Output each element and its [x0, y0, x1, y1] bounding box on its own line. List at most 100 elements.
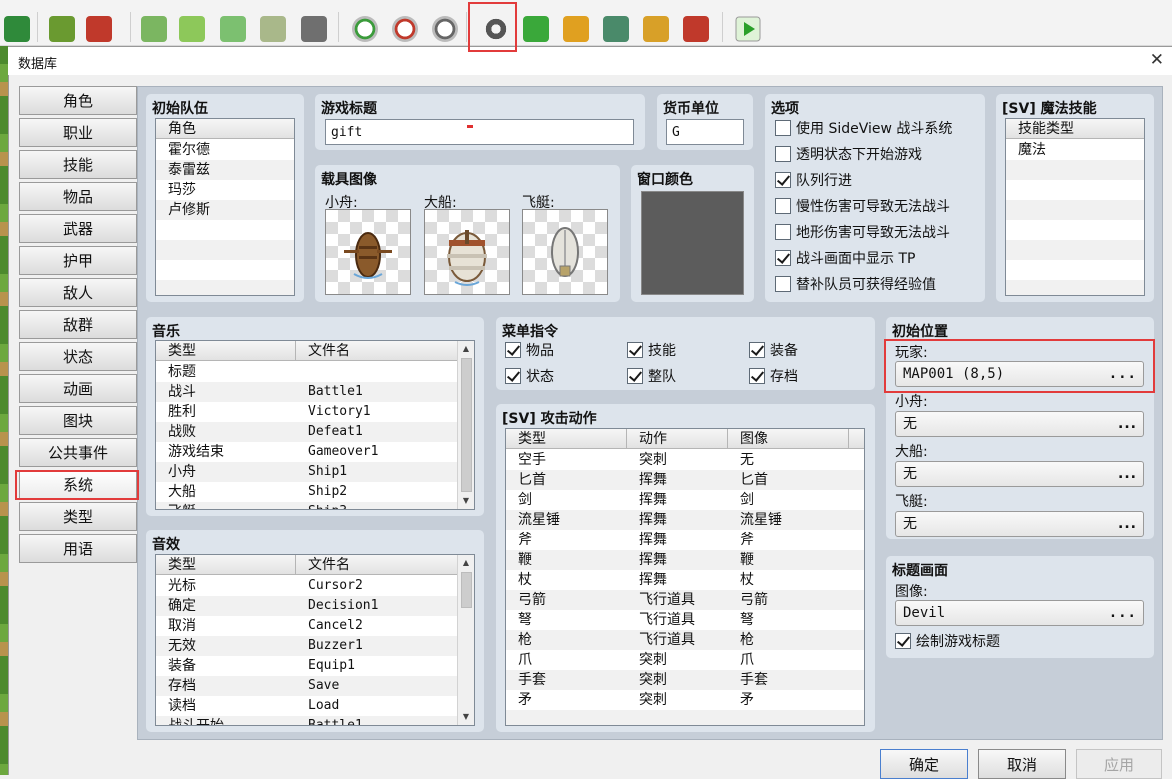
rectangle-icon[interactable]: [175, 11, 209, 47]
column-header-skill-type[interactable]: 技能类型: [1006, 119, 1144, 139]
list-row[interactable]: 斧 挥舞 斧: [506, 530, 864, 550]
option-checkbox[interactable]: 使用 SideView 战斗系统: [775, 117, 952, 139]
option-checkbox[interactable]: 队列行进: [775, 169, 852, 191]
list-row[interactable]: 鞭 挥舞 鞭: [506, 550, 864, 570]
list-row[interactable]: 卢修斯: [156, 200, 294, 220]
initial-party-list[interactable]: 角色 霍尔德 泰雷兹 玛莎 卢修斯: [155, 118, 295, 296]
option-checkbox[interactable]: 慢性伤害可导致无法战斗: [775, 195, 950, 217]
option-checkbox[interactable]: 地形伤害可导致无法战斗: [775, 221, 950, 243]
list-row[interactable]: 泰雷兹: [156, 160, 294, 180]
menu-command-checkbox[interactable]: 存档: [749, 365, 798, 387]
pencil-icon[interactable]: [137, 11, 171, 47]
list-row[interactable]: 空手 突刺 无: [506, 450, 864, 470]
window-color-swatch[interactable]: [641, 191, 744, 295]
player-start-selector[interactable]: MAP001 (8,5) ...: [895, 361, 1144, 387]
list-row[interactable]: 流星锤 挥舞 流星锤: [506, 510, 864, 530]
list-row[interactable]: 小舟 Ship1: [156, 462, 459, 482]
list-row[interactable]: 存档 Save: [156, 676, 459, 696]
magic-skill-types-list[interactable]: 技能类型 魔法: [1005, 118, 1145, 296]
zoom-out-icon[interactable]: [388, 11, 422, 47]
nav-item[interactable]: 技能: [19, 150, 137, 179]
resource-manager-icon[interactable]: [639, 11, 673, 47]
menu-command-checkbox[interactable]: 物品: [505, 339, 554, 361]
fill-icon[interactable]: [256, 11, 290, 47]
scroll-up-icon[interactable]: ▲: [458, 341, 474, 357]
nav-item[interactable]: 职业: [19, 118, 137, 147]
scroll-down-icon[interactable]: ▼: [458, 709, 474, 725]
title-image-selector[interactable]: Devil ...: [895, 600, 1144, 626]
scroll-down-icon[interactable]: ▼: [458, 493, 474, 509]
list-row[interactable]: 读档 Load: [156, 696, 459, 716]
option-checkbox[interactable]: 战斗画面中显示 TP: [775, 247, 915, 269]
option-checkbox[interactable]: 透明状态下开始游戏: [775, 143, 922, 165]
event-icon[interactable]: [82, 11, 116, 47]
nav-item[interactable]: 公共事件: [19, 438, 137, 467]
event-search-icon[interactable]: [599, 11, 633, 47]
list-row[interactable]: 手套 突刺 手套: [506, 670, 864, 690]
column-header-type[interactable]: 类型: [506, 429, 627, 449]
list-row[interactable]: 杖 挥舞 杖: [506, 570, 864, 590]
ship-start-selector[interactable]: 无 ...: [895, 461, 1144, 487]
sound-effects-list[interactable]: 类型 文件名 光标 Cursor2 确定 Decision1 取消 Cancel2 无效 Bu…: [155, 554, 475, 726]
sound-effects-scrollbar[interactable]: ▲ ▼: [457, 555, 474, 725]
sound-test-icon[interactable]: [559, 11, 593, 47]
nav-item[interactable]: 系统: [19, 470, 137, 499]
nav-item[interactable]: 护甲: [19, 246, 137, 275]
list-row[interactable]: 取消 Cancel2: [156, 616, 459, 636]
list-row[interactable]: 枪 飞行道具 枪: [506, 630, 864, 650]
column-header-filename[interactable]: 文件名: [296, 341, 459, 361]
close-icon[interactable]: ✕: [1150, 50, 1164, 70]
list-row[interactable]: 战斗开始 Battle1: [156, 716, 459, 725]
actual-size-icon[interactable]: [428, 11, 462, 47]
list-row[interactable]: 霍尔德: [156, 140, 294, 160]
nav-item[interactable]: 物品: [19, 182, 137, 211]
list-row[interactable]: 装备 Equip1: [156, 656, 459, 676]
nav-item[interactable]: 动画: [19, 374, 137, 403]
airship-image[interactable]: [522, 209, 608, 295]
nav-item[interactable]: 角色: [19, 86, 137, 115]
playtest-icon[interactable]: [731, 11, 765, 47]
shadow-pen-icon[interactable]: [297, 11, 331, 47]
list-row[interactable]: 飞艇 Ship3: [156, 502, 459, 509]
nav-item[interactable]: 类型: [19, 502, 137, 531]
nav-item[interactable]: 敌人: [19, 278, 137, 307]
list-row[interactable]: 战败 Defeat1: [156, 422, 459, 442]
list-row[interactable]: 弓箭 飞行道具 弓箭: [506, 590, 864, 610]
list-row[interactable]: 大船 Ship2: [156, 482, 459, 502]
list-row[interactable]: 爪 突刺 爪: [506, 650, 864, 670]
airship-start-selector[interactable]: 无 ...: [895, 511, 1144, 537]
menu-command-checkbox[interactable]: 装备: [749, 339, 798, 361]
attack-motions-list[interactable]: 类型 动作 图像 空手 突刺无匕首 挥舞 匕首剑挥舞剑流星锤 挥舞 流星锤斧挥舞斧鞭挥舞鞭…: [505, 428, 865, 726]
boat-start-selector[interactable]: 无 ...: [895, 411, 1144, 437]
currency-input[interactable]: G: [666, 119, 744, 145]
list-row[interactable]: 魔法: [1006, 140, 1144, 160]
nav-item[interactable]: 状态: [19, 342, 137, 371]
column-header-image[interactable]: 图像: [728, 429, 849, 449]
undo-icon[interactable]: [0, 11, 34, 47]
option-checkbox[interactable]: 替补队员可获得经验值: [775, 273, 936, 295]
list-row[interactable]: 剑 挥舞 剑: [506, 490, 864, 510]
list-row[interactable]: 胜利 Victory1: [156, 402, 459, 422]
database-icon[interactable]: [479, 11, 513, 47]
list-row[interactable]: 确定 Decision1: [156, 596, 459, 616]
ship-image[interactable]: [424, 209, 510, 295]
draw-game-title-checkbox[interactable]: 绘制游戏标题: [895, 630, 1000, 652]
column-header-actor[interactable]: 角色: [156, 119, 294, 139]
scrollbar-thumb[interactable]: [461, 358, 472, 492]
column-header-type[interactable]: 类型: [156, 555, 296, 575]
list-row[interactable]: 矛 突刺 矛: [506, 690, 864, 710]
column-header-filename[interactable]: 文件名: [296, 555, 459, 575]
ellipse-icon[interactable]: [216, 11, 250, 47]
list-row[interactable]: 玛莎: [156, 180, 294, 200]
music-scrollbar[interactable]: ▲ ▼: [457, 341, 474, 509]
zoom-in-icon[interactable]: [348, 11, 382, 47]
scrollbar-thumb[interactable]: [461, 572, 472, 608]
menu-command-checkbox[interactable]: 状态: [505, 365, 554, 387]
music-list[interactable]: 类型 文件名 标题 战斗 Battle1 胜利 Victory1 战败 Defeat1 游戏结…: [155, 340, 475, 510]
plugin-icon[interactable]: [519, 11, 553, 47]
character-generator-icon[interactable]: [679, 11, 713, 47]
list-row[interactable]: 弩 飞行道具 弩: [506, 610, 864, 630]
nav-item[interactable]: 图块: [19, 406, 137, 435]
list-row[interactable]: 无效 Buzzer1: [156, 636, 459, 656]
column-header-type[interactable]: 类型: [156, 341, 296, 361]
